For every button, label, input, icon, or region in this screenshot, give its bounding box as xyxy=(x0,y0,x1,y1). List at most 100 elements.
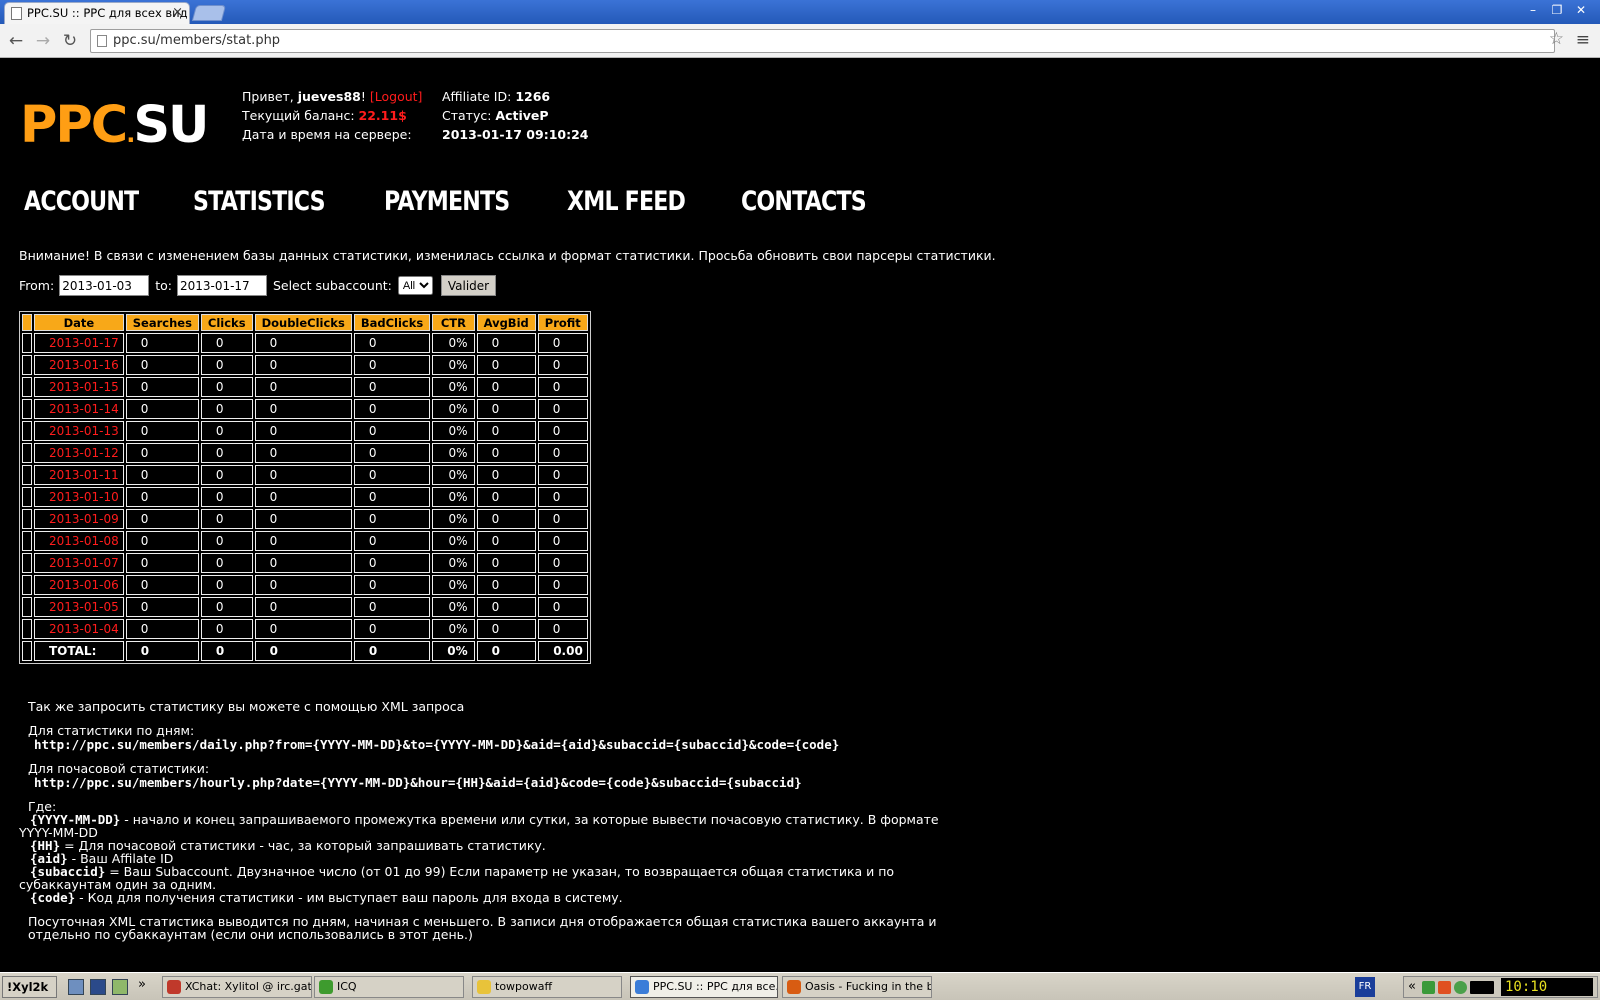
address-url: ppc.su/members/stat.php xyxy=(113,33,281,48)
date-link[interactable]: 2013-01-10 xyxy=(34,487,124,507)
table-row: 2013-01-16 0 0 0 0 0% 0 0 xyxy=(22,355,588,375)
quicklaunch-icon[interactable] xyxy=(90,979,106,995)
date-link[interactable]: 2013-01-12 xyxy=(34,443,124,463)
tray-expand-icon[interactable]: « xyxy=(1408,979,1416,994)
param-key: {code} xyxy=(30,890,76,905)
table-header-lead xyxy=(22,314,32,331)
minimize-icon[interactable]: – xyxy=(1522,2,1544,18)
column-header[interactable]: BadClicks xyxy=(353,314,431,331)
taskbar-button[interactable]: Oasis - Fucking in the bu... xyxy=(782,976,932,998)
date-link[interactable]: 2013-01-17 xyxy=(34,333,124,353)
page-icon xyxy=(97,35,107,47)
date-link[interactable]: 2013-01-15 xyxy=(34,377,124,397)
table-cell: 0% xyxy=(432,465,475,485)
server-time-value: 2013-01-17 09:10:24 xyxy=(442,127,589,142)
browser-menu-icon[interactable]: ≡ xyxy=(1576,30,1590,50)
window-titlebar: PPC.SU :: PPC для всех вид × – ❐ ✕ xyxy=(0,0,1600,24)
table-row: 2013-01-06 0 0 0 0 0% 0 0 xyxy=(22,575,588,595)
param-item: {YYYY-MM-DD} - начало и конец запрашивае… xyxy=(19,813,964,839)
date-link[interactable]: 2013-01-09 xyxy=(34,509,124,529)
table-cell: 0 xyxy=(254,641,352,661)
date-link[interactable]: 2013-01-07 xyxy=(34,553,124,573)
bookmark-star-icon[interactable]: ☆ xyxy=(1549,29,1564,49)
maximize-icon[interactable]: ❐ xyxy=(1546,2,1568,18)
nav-xml-feed[interactable]: XML FEED xyxy=(567,186,686,217)
table-row: 2013-01-14 0 0 0 0 0% 0 0 xyxy=(22,399,588,419)
tray-icon[interactable] xyxy=(1454,981,1467,994)
row-lead xyxy=(22,531,32,551)
date-link[interactable]: 2013-01-08 xyxy=(34,531,124,551)
quicklaunch-more[interactable]: » xyxy=(138,977,146,992)
subaccount-select[interactable]: All xyxy=(397,276,433,295)
date-link[interactable]: 2013-01-04 xyxy=(34,619,124,639)
daily-url: http://ppc.su/members/daily.php?from={YY… xyxy=(34,737,840,752)
main-nav: ACCOUNT STATISTICS PAYMENTS XML FEED CON… xyxy=(24,186,893,217)
new-tab-button[interactable] xyxy=(191,5,227,21)
row-lead xyxy=(22,597,32,617)
row-lead xyxy=(22,377,32,397)
to-date-input[interactable] xyxy=(176,275,267,296)
browser-toolbar: ← → ↻ ppc.su/members/stat.php ☆ ≡ xyxy=(0,24,1600,58)
date-link[interactable]: 2013-01-14 xyxy=(34,399,124,419)
browser-tab[interactable]: PPC.SU :: PPC для всех вид × xyxy=(4,2,190,24)
back-icon[interactable]: ← xyxy=(5,30,27,52)
date-link[interactable]: 2013-01-13 xyxy=(34,421,124,441)
table-cell: 0% xyxy=(432,575,475,595)
quicklaunch-icon[interactable] xyxy=(68,979,84,995)
table-cell: 0 xyxy=(125,531,199,551)
nav-payments[interactable]: PAYMENTS xyxy=(384,186,510,217)
taskbar-button[interactable]: towpowaff xyxy=(472,976,622,998)
taskbar-button[interactable]: XChat: Xylitol @ irc.gate... xyxy=(162,976,312,998)
taskbar-button[interactable]: PPC.SU :: PPC для все... xyxy=(630,976,778,998)
notice-text: Внимание! В связи с изменением базы данн… xyxy=(19,248,996,263)
column-header[interactable]: AvgBid xyxy=(476,314,536,331)
row-lead xyxy=(22,333,32,353)
table-cell: 0 xyxy=(476,487,536,507)
stats-table: Date Searches Clicks DoubleClicks BadClicks C… xyxy=(19,311,591,664)
language-indicator[interactable]: FR xyxy=(1355,977,1375,997)
table-cell: 0 xyxy=(476,641,536,661)
table-cell: 0 xyxy=(537,421,588,441)
close-tab-icon[interactable]: × xyxy=(172,3,183,23)
date-link[interactable]: 2013-01-16 xyxy=(34,355,124,375)
table-cell: 0 xyxy=(537,531,588,551)
table-cell: 0 xyxy=(254,575,352,595)
subaccount-label: Select subaccount: xyxy=(272,278,392,293)
tray-icon[interactable] xyxy=(1422,981,1435,994)
column-header[interactable]: CTR xyxy=(432,314,475,331)
date-link[interactable]: 2013-01-05 xyxy=(34,597,124,617)
column-header[interactable]: Searches xyxy=(125,314,199,331)
site-logo[interactable]: PPC.SU xyxy=(20,96,209,164)
logout-link[interactable]: [Logout] xyxy=(370,89,423,104)
reload-icon[interactable]: ↻ xyxy=(59,30,81,52)
valider-button[interactable]: Valider xyxy=(440,275,497,296)
row-lead xyxy=(22,509,32,529)
user-info: Привет, jueves88! [Logout] Текущий балан… xyxy=(242,89,423,142)
date-link[interactable]: 2013-01-11 xyxy=(34,465,124,485)
forward-icon[interactable]: → xyxy=(32,30,54,52)
nav-account[interactable]: ACCOUNT xyxy=(24,186,139,217)
server-time-label: Дата и время на сервере: xyxy=(242,127,412,142)
table-cell: 0 xyxy=(125,377,199,397)
nav-contacts[interactable]: CONTACTS xyxy=(741,186,867,217)
nav-statistics[interactable]: STATISTICS xyxy=(193,186,326,217)
taskbar-button[interactable]: ICQ xyxy=(314,976,464,998)
taskbar-button-label: towpowaff xyxy=(495,980,553,993)
column-header[interactable]: Clicks xyxy=(200,314,253,331)
close-window-icon[interactable]: ✕ xyxy=(1570,2,1592,18)
table-cell: 0 xyxy=(476,575,536,595)
column-header[interactable]: Profit xyxy=(537,314,588,331)
start-button[interactable]: !Xyl2k xyxy=(2,976,57,998)
from-date-input[interactable] xyxy=(59,275,150,296)
table-cell: 0 xyxy=(200,509,253,529)
column-header[interactable]: DoubleClicks xyxy=(254,314,352,331)
table-row: 2013-01-15 0 0 0 0 0% 0 0 xyxy=(22,377,588,397)
date-link[interactable]: 2013-01-06 xyxy=(34,575,124,595)
taskbar-button-label: XChat: Xylitol @ irc.gate... xyxy=(185,980,312,993)
param-desc: - Код для получения статистики - им выст… xyxy=(75,890,623,905)
tray-icon[interactable] xyxy=(1438,981,1451,994)
column-header[interactable]: Date xyxy=(34,314,124,331)
table-cell: 0% xyxy=(432,333,475,353)
quicklaunch-icon[interactable] xyxy=(112,979,128,995)
address-bar[interactable]: ppc.su/members/stat.php xyxy=(90,29,1555,53)
